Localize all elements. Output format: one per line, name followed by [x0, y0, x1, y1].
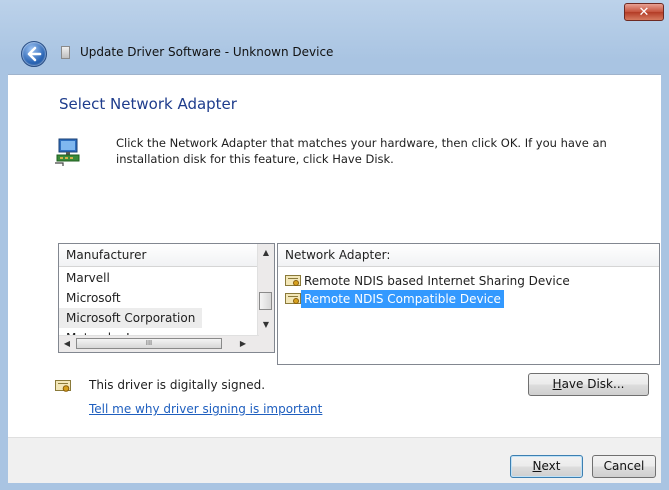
list-item-selected[interactable]: Remote NDIS Compatible Device	[285, 290, 504, 308]
next-mnemonic: N	[532, 459, 542, 473]
page-heading: Select Network Adapter	[59, 95, 237, 113]
scroll-corner	[258, 336, 274, 352]
list-item[interactable]: Remote NDIS based Internet Sharing Devic…	[285, 272, 573, 290]
device-icon	[61, 46, 70, 59]
horizontal-scroll-thumb[interactable]: III	[76, 338, 222, 349]
network-adapter-list[interactable]: Network Adapter: Remote NDIS based Inter…	[277, 243, 660, 365]
manufacturer-list[interactable]: Manufacturer Marvell Microsoft Microsoft…	[58, 243, 275, 353]
manufacturer-list-header: Manufacturer	[59, 244, 258, 267]
instructions-text: Click the Network Adapter that matches y…	[116, 136, 607, 166]
vertical-scroll-thumb[interactable]	[259, 292, 272, 310]
close-button[interactable]: ✕	[624, 3, 664, 21]
list-item[interactable]: Microsoft	[59, 288, 128, 308]
network-adapter-icon	[55, 138, 80, 166]
back-arrow-icon	[27, 46, 42, 62]
signed-certificate-icon	[55, 380, 71, 392]
manufacturer-horizontal-scrollbar[interactable]: ◀ III ▶	[59, 335, 259, 352]
have-disk-mnemonic: H	[552, 377, 562, 391]
back-button[interactable]	[21, 41, 47, 67]
scroll-down-icon[interactable]: ▼	[258, 320, 274, 329]
signing-status-text: This driver is digitally signed.	[89, 378, 266, 392]
have-disk-label: ave Disk...	[561, 377, 625, 391]
have-disk-button[interactable]: Have Disk...	[528, 373, 649, 396]
certificate-icon	[285, 293, 301, 304]
scroll-up-icon[interactable]: ▲	[258, 248, 274, 257]
list-item-selected[interactable]: Microsoft Corporation	[59, 308, 203, 328]
wizard-content: Select Network Adapter Click the Network…	[8, 74, 661, 438]
adapter-label: Remote NDIS Compatible Device	[301, 290, 504, 308]
adapter-label: Remote NDIS based Internet Sharing Devic…	[304, 274, 570, 288]
dialog-window: ✕ Update Driver Software - Unknown Devic…	[0, 0, 669, 490]
list-item[interactable]: Marvell	[59, 268, 117, 288]
next-label: ext	[541, 459, 561, 473]
scroll-right-icon[interactable]: ▶	[235, 339, 251, 348]
window-title: Update Driver Software - Unknown Device	[80, 45, 334, 59]
wizard-footer: Next Cancel	[8, 437, 661, 483]
network-adapter-list-header: Network Adapter:	[278, 244, 659, 267]
close-icon: ✕	[638, 5, 650, 20]
certificate-icon	[285, 275, 301, 286]
next-button[interactable]: Next	[510, 455, 583, 478]
manufacturer-vertical-scrollbar[interactable]: ▲ ▼	[257, 244, 274, 336]
driver-signing-link[interactable]: Tell me why driver signing is important	[89, 402, 322, 416]
scroll-left-icon[interactable]: ◀	[59, 339, 75, 348]
cancel-button[interactable]: Cancel	[592, 455, 656, 478]
